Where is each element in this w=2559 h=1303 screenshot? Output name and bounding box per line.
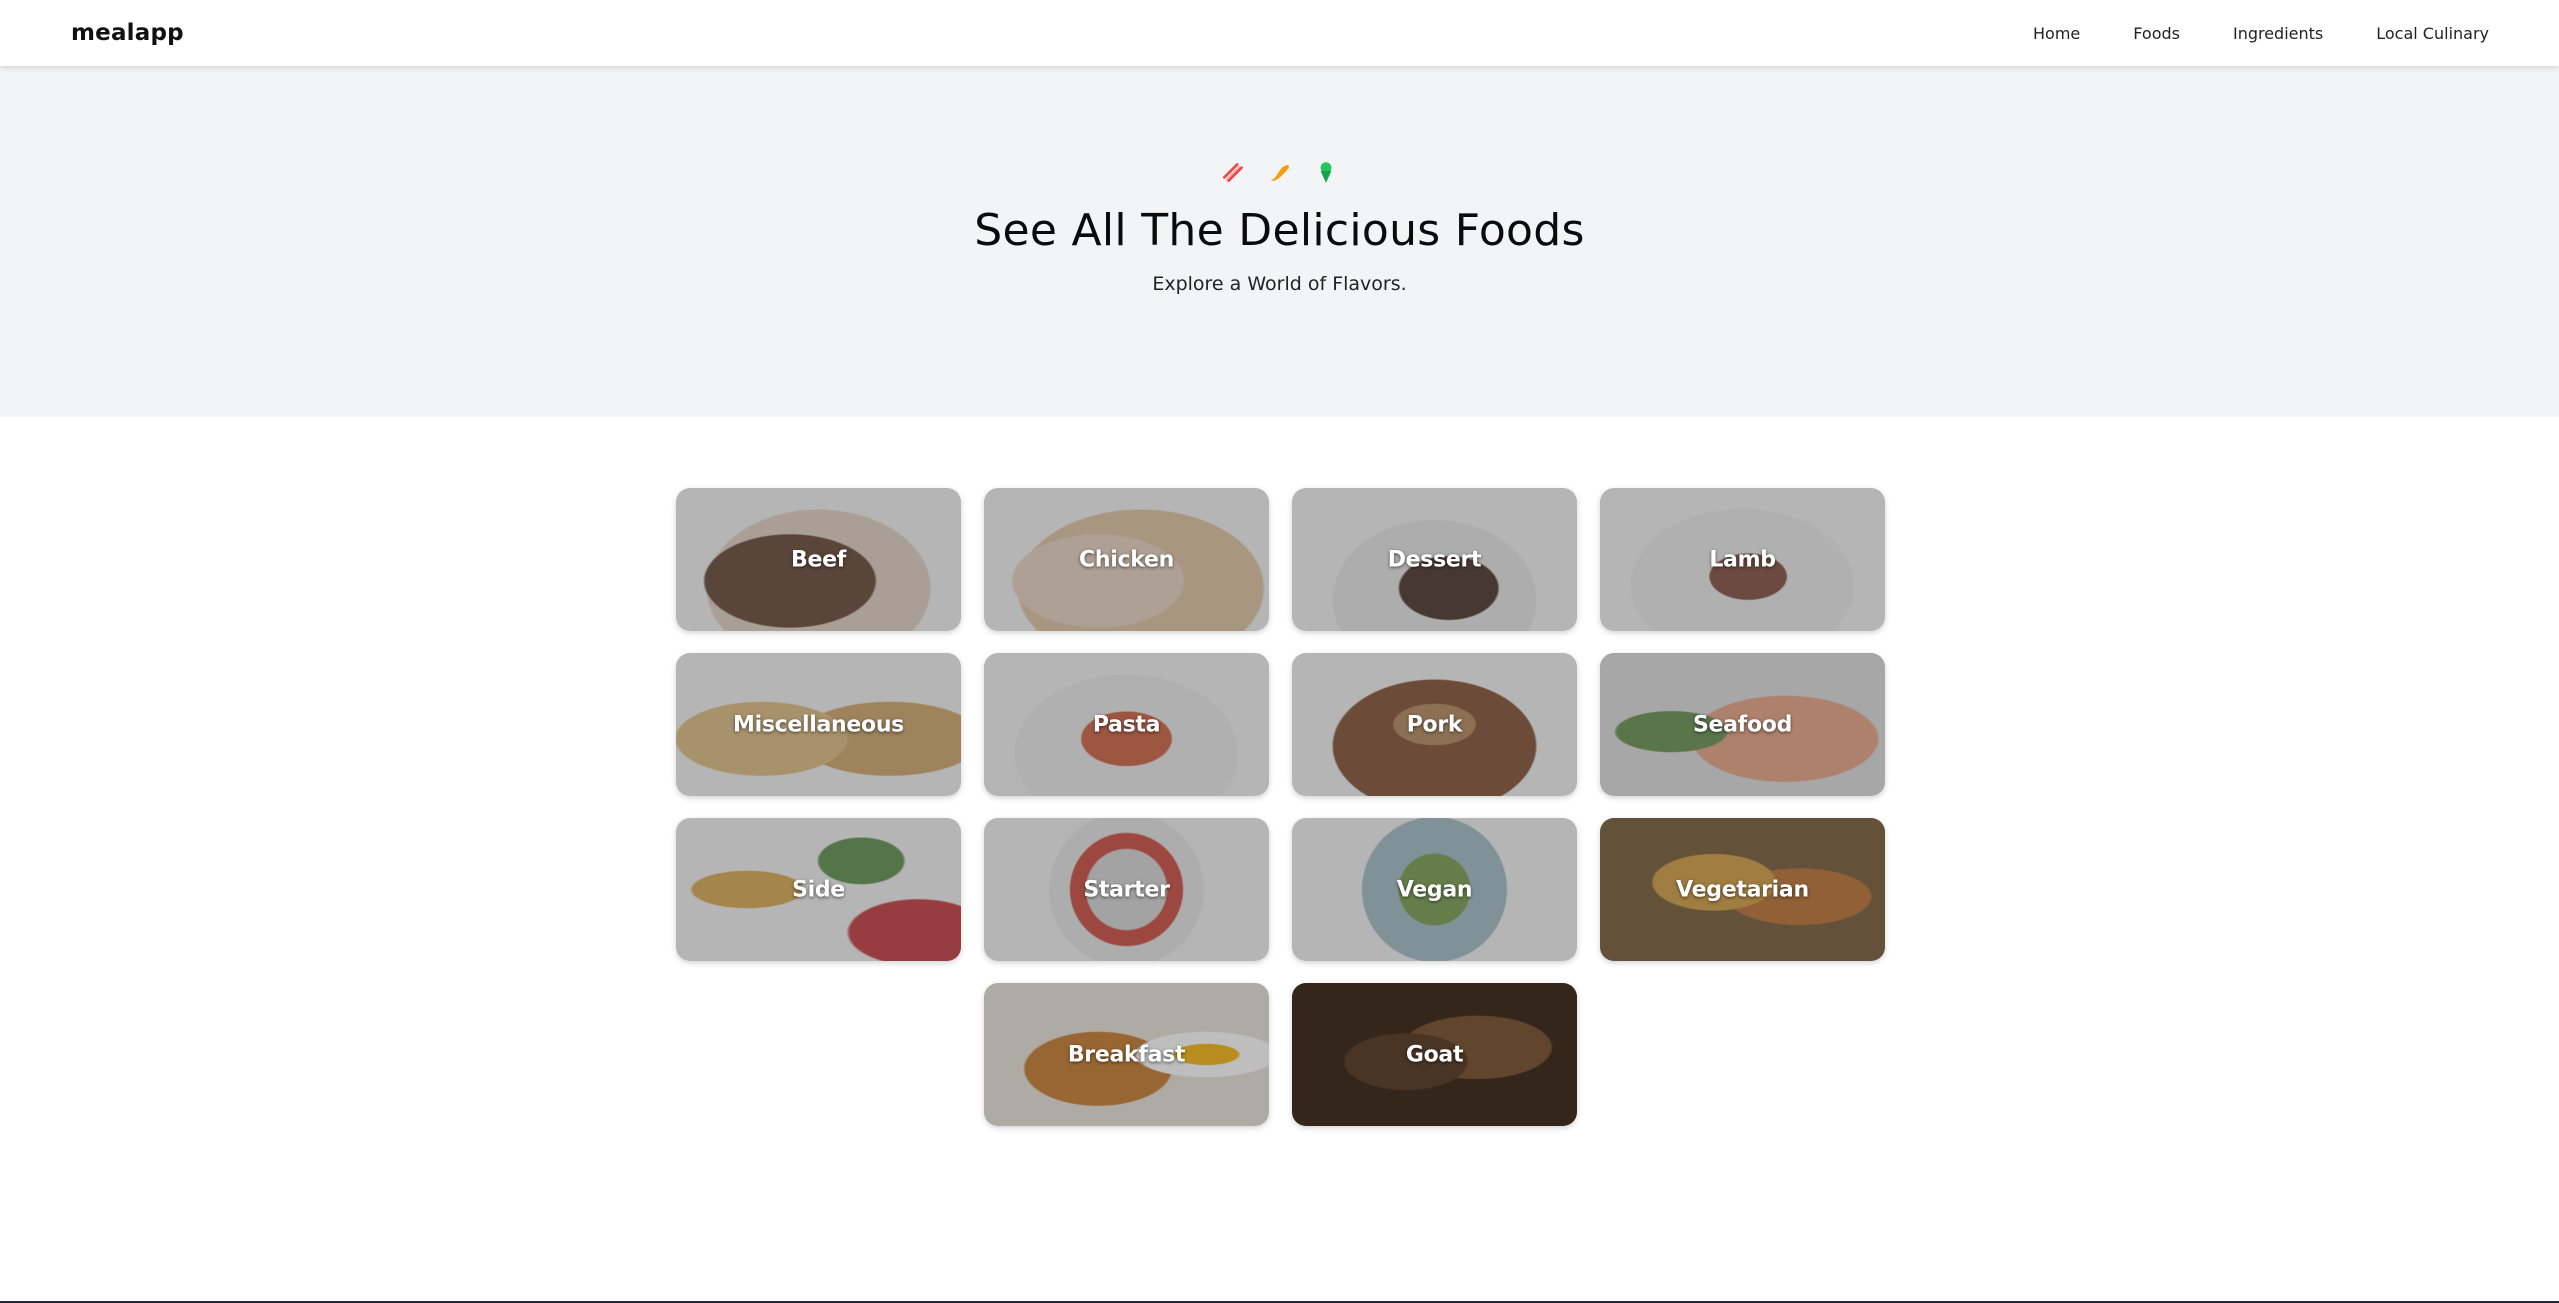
category-label: Chicken	[1079, 547, 1174, 572]
category-label: Pork	[1406, 712, 1463, 737]
page-subtitle: Explore a World of Flavors.	[1152, 273, 1407, 295]
page-title: See All The Delicious Foods	[974, 205, 1585, 256]
category-card-seafood[interactable]: Seafood	[1600, 653, 1885, 796]
category-card-vegan[interactable]: Vegan	[1292, 818, 1577, 961]
hero-section: See All The Delicious Foods Explore a Wo…	[0, 66, 2559, 417]
sausage-icon	[1267, 159, 1293, 185]
category-label: Goat	[1405, 1042, 1464, 1067]
ice-cream-icon	[1313, 159, 1339, 185]
category-grid: Beef Chicken Dessert Lamb Miscellaneous …	[676, 488, 1885, 1126]
category-label: Beef	[791, 547, 846, 572]
category-card-breakfast[interactable]: Breakfast	[984, 983, 1269, 1126]
nav-ingredients[interactable]: Ingredients	[2233, 24, 2323, 43]
category-label: Seafood	[1692, 712, 1793, 737]
category-label: Miscellaneous	[733, 712, 904, 737]
category-label: Pasta	[1092, 712, 1161, 737]
category-card-side[interactable]: Side	[676, 818, 961, 961]
hero-icons	[0, 159, 2559, 185]
category-card-dessert[interactable]: Dessert	[1292, 488, 1577, 631]
nav-home[interactable]: Home	[2033, 24, 2080, 43]
category-card-lamb[interactable]: Lamb	[1600, 488, 1885, 631]
category-label: Lamb	[1709, 547, 1776, 572]
category-card-goat[interactable]: Goat	[1292, 983, 1577, 1126]
category-label: Vegetarian	[1676, 877, 1809, 902]
category-card-starter[interactable]: Starter	[984, 818, 1269, 961]
nav-local-culinary[interactable]: Local Culinary	[2376, 24, 2489, 43]
bacon-icon	[1221, 159, 1247, 185]
category-card-beef[interactable]: Beef	[676, 488, 961, 631]
category-label: Side	[792, 877, 845, 902]
category-card-miscellaneous[interactable]: Miscellaneous	[676, 653, 961, 796]
category-card-pork[interactable]: Pork	[1292, 653, 1577, 796]
category-label: Dessert	[1387, 547, 1482, 572]
brand-logo[interactable]: mealapp	[71, 20, 184, 46]
category-label: Starter	[1083, 877, 1170, 902]
category-card-pasta[interactable]: Pasta	[984, 653, 1269, 796]
category-card-chicken[interactable]: Chicken	[984, 488, 1269, 631]
category-label: Vegan	[1396, 877, 1473, 902]
nav-links: Home Foods Ingredients Local Culinary	[2033, 24, 2489, 43]
category-label: Breakfast	[1067, 1042, 1186, 1067]
navbar: mealapp Home Foods Ingredients Local Cul…	[0, 0, 2559, 66]
nav-foods[interactable]: Foods	[2133, 24, 2180, 43]
category-card-vegetarian[interactable]: Vegetarian	[1600, 818, 1885, 961]
